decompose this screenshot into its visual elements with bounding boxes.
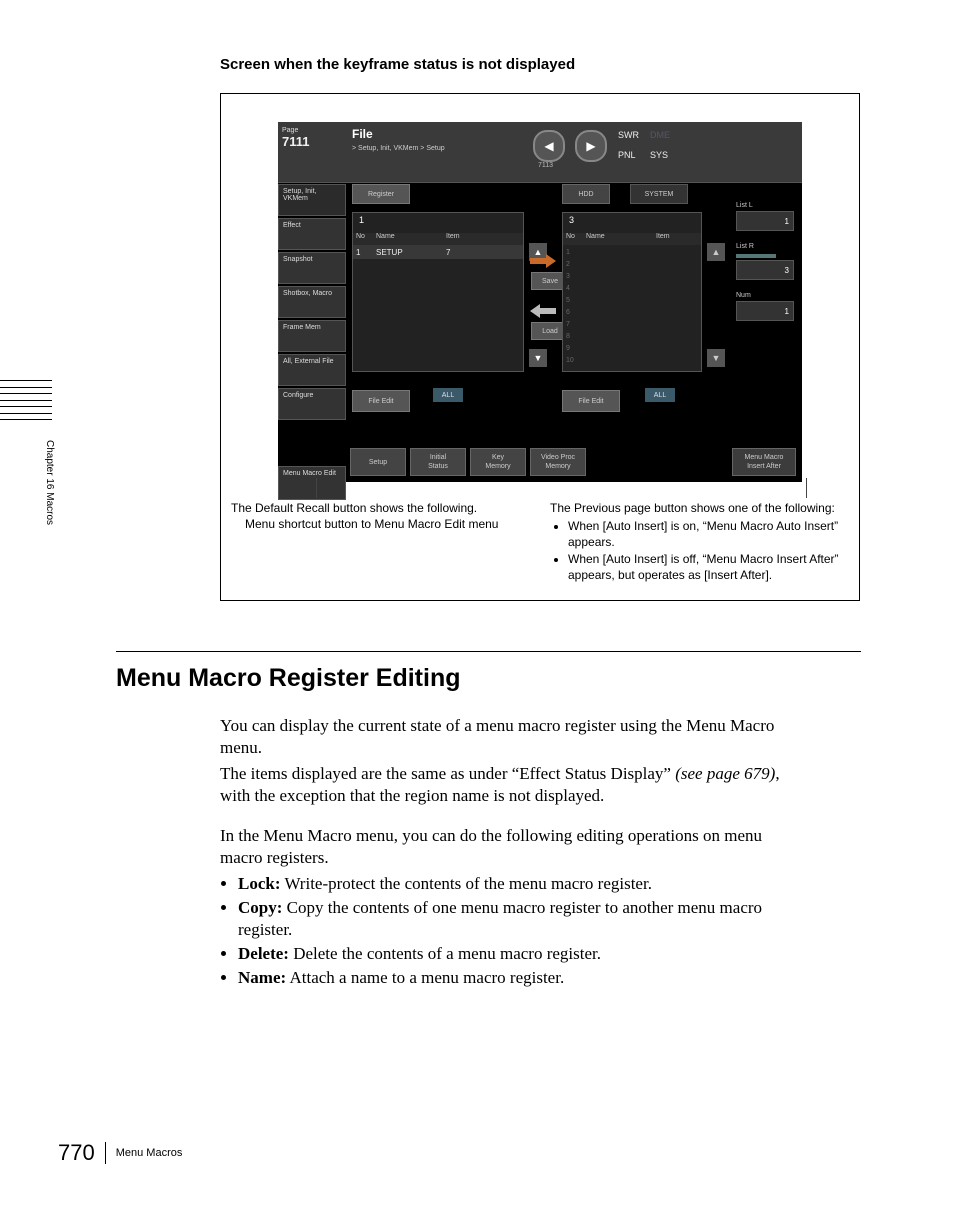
- row-name: SETUP: [376, 248, 446, 257]
- screen-title: File: [352, 127, 445, 141]
- page-footer: 770 Menu Macros: [58, 1140, 182, 1166]
- arrow-right-icon: [530, 254, 556, 268]
- all-left-button[interactable]: ALL: [433, 388, 463, 402]
- callout-leader-left: [316, 478, 317, 498]
- section-rule: [116, 651, 861, 652]
- file-edit-right-button[interactable]: File Edit: [562, 390, 620, 412]
- bottom-setup-button[interactable]: Setup: [350, 448, 406, 476]
- body-li-name: Name: Attach a name to a menu macro regi…: [238, 967, 780, 989]
- page-number: 7111: [282, 134, 346, 149]
- swr-label[interactable]: SWR: [618, 130, 639, 140]
- system-tab[interactable]: SYSTEM: [630, 184, 688, 204]
- left-list: 1 No Name Item 1 SETUP 7 ▲ ▼: [352, 212, 524, 372]
- body-p3: In the Menu Macro menu, you can do the f…: [220, 825, 780, 869]
- knob-listr-value[interactable]: 3: [736, 260, 794, 280]
- callout-columns: The Default Recall button shows the foll…: [231, 500, 849, 584]
- hdr-no: No: [563, 233, 586, 245]
- right-list-scroll-up[interactable]: ▲: [707, 243, 725, 261]
- bottom-initial-status-button[interactable]: Initial Status: [410, 448, 466, 476]
- knob-listl-label: List L: [736, 202, 798, 209]
- hdr-item: Item: [656, 233, 690, 245]
- nav-snapshot[interactable]: Snapshot: [278, 252, 346, 284]
- file-edit-left-button[interactable]: File Edit: [352, 390, 410, 412]
- right-list-index: 3: [569, 215, 574, 225]
- body-li-delete: Delete: Delete the contents of a menu ma…: [238, 943, 780, 965]
- hdr-item: Item: [446, 233, 486, 245]
- right-list-scroll-down[interactable]: ▼: [707, 349, 725, 367]
- nav-menu-macro-edit[interactable]: Menu Macro Edit: [278, 466, 346, 500]
- body-li-lock: Lock: Write-protect the contents of the …: [238, 873, 780, 895]
- callout-right-intro: The Previous page button shows one of th…: [550, 500, 849, 516]
- nav-setup-init[interactable]: Setup, Init, VKMem: [278, 184, 346, 216]
- left-list-row[interactable]: 1 SETUP 7: [353, 245, 523, 259]
- footer-separator: [105, 1142, 106, 1164]
- pnl-label[interactable]: PNL: [618, 150, 636, 160]
- left-list-header: No Name Item: [353, 233, 523, 245]
- nav-frame-mem[interactable]: Frame Mem: [278, 320, 346, 352]
- section-subheading: Screen when the keyframe status is not d…: [220, 56, 860, 73]
- footer-text: Menu Macros: [116, 1147, 183, 1159]
- body-p2: The items displayed are the same as unde…: [220, 763, 780, 807]
- bottom-key-memory-button[interactable]: Key Memory: [470, 448, 526, 476]
- section-heading: Menu Macro Register Editing: [116, 664, 860, 693]
- callout-left-line1: The Default Recall button shows the foll…: [231, 500, 530, 516]
- nav-configure[interactable]: Configure: [278, 388, 346, 420]
- nav-effect[interactable]: Effect: [278, 218, 346, 250]
- nav-prev-page-num: 7113: [538, 162, 553, 169]
- knob-listr-bar: [736, 254, 776, 258]
- register-button[interactable]: Register: [352, 184, 410, 204]
- body-text: You can display the current state of a m…: [220, 715, 780, 989]
- bottom-video-proc-memory-button[interactable]: Video Proc Memory: [530, 448, 586, 476]
- hdr-name: Name: [586, 233, 656, 245]
- breadcrumb: > Setup, Init, VKMem > Setup: [352, 145, 445, 152]
- binder-lines: [0, 380, 52, 420]
- knob-num-label: Num: [736, 292, 798, 299]
- callout-right-bullet-1: When [Auto Insert] is on, “Menu Macro Au…: [568, 518, 849, 550]
- knob-listl-value[interactable]: 1: [736, 211, 794, 231]
- dme-label[interactable]: DME: [650, 130, 670, 140]
- nav-shotbox-macro[interactable]: Shotbox, Macro: [278, 286, 346, 318]
- nav-all-external[interactable]: All, External File: [278, 354, 346, 386]
- hdr-no: No: [353, 233, 376, 245]
- arrow-left-icon: [530, 304, 556, 318]
- all-right-button[interactable]: ALL: [645, 388, 675, 402]
- chapter-side-label: Chapter 16 Macros: [44, 440, 55, 525]
- menu-macro-insert-after-button[interactable]: Menu Macro Insert After: [732, 448, 796, 476]
- hdd-tab[interactable]: HDD: [562, 184, 610, 204]
- sys-label[interactable]: SYS: [650, 150, 668, 160]
- right-list-header: No Name Item: [563, 233, 701, 245]
- callout-left-line2: Menu shortcut button to Menu Macro Edit …: [231, 516, 530, 532]
- right-list-rows: 1 2 3 4 5 6 7 8 9 10: [566, 247, 574, 367]
- knob-num-value[interactable]: 1: [736, 301, 794, 321]
- knob-listr-label: List R: [736, 243, 798, 250]
- page-label: Page: [282, 127, 346, 134]
- row-item: 7: [446, 248, 486, 257]
- nav-prev-button[interactable]: ◀: [533, 130, 565, 162]
- nav-next-button[interactable]: ▶: [575, 130, 607, 162]
- footer-page-number: 770: [58, 1140, 95, 1166]
- right-list: 3 No Name Item 1 2 3 4 5 6 7 8 9 10 ▲ ▼: [562, 212, 702, 372]
- row-no: 1: [353, 248, 376, 257]
- callout-leader-right: [806, 478, 807, 498]
- callout-right-bullet-2: When [Auto Insert] is off, “Menu Macro I…: [568, 551, 849, 583]
- see-page-ref: (see page 679): [675, 764, 775, 783]
- hdr-name: Name: [376, 233, 446, 245]
- left-list-index: 1: [359, 215, 364, 225]
- app-screenshot: Page 7111 File > Setup, Init, VKMem > Se…: [278, 122, 802, 482]
- body-p1: You can display the current state of a m…: [220, 715, 780, 759]
- screenshot-frame: Page 7111 File > Setup, Init, VKMem > Se…: [220, 93, 860, 601]
- body-li-copy: Copy: Copy the contents of one menu macr…: [238, 897, 780, 941]
